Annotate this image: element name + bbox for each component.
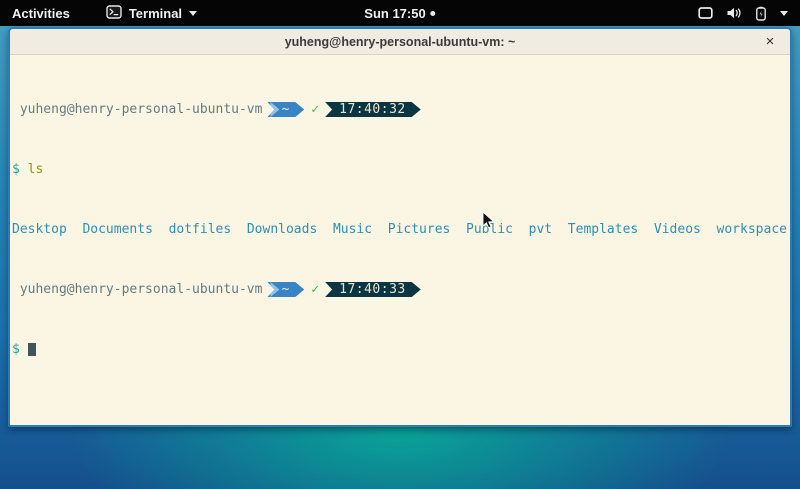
terminal-window: yuheng@henry-personal-ubuntu-vm: ~ × yuh… bbox=[8, 27, 792, 427]
prompt-time-segment: 17:40:33 bbox=[325, 282, 421, 297]
volume-icon bbox=[726, 6, 742, 20]
ls-entry: Desktop bbox=[12, 222, 67, 237]
ls-entry: Videos bbox=[654, 222, 701, 237]
check-icon: ✓ bbox=[311, 102, 319, 117]
command-text: ls bbox=[28, 162, 44, 177]
ls-entry: Pictures bbox=[388, 222, 451, 237]
ls-entry: Documents bbox=[82, 222, 152, 237]
command-line: $ ls bbox=[12, 162, 790, 177]
prompt-path-segment: ~ bbox=[267, 282, 304, 297]
close-button[interactable]: × bbox=[759, 29, 781, 54]
powerline-chevron-icon bbox=[270, 282, 279, 297]
activities-button[interactable]: Activities bbox=[0, 0, 82, 26]
notification-dot-icon bbox=[431, 11, 436, 16]
system-status-area[interactable] bbox=[698, 0, 800, 26]
app-menu-terminal[interactable]: Terminal bbox=[96, 0, 207, 26]
ls-entry: workspace bbox=[717, 222, 787, 237]
prompt-user: yuheng@henry-personal-ubuntu-vm bbox=[20, 282, 263, 297]
prompt-line: yuheng@henry-personal-ubuntu-vm ~ ✓ 17:40:3… bbox=[12, 282, 790, 297]
clock-label: Sun 17:50 bbox=[364, 6, 425, 21]
screen-icon bbox=[698, 6, 713, 20]
battery-charging-icon bbox=[755, 6, 767, 21]
prompt-line: yuheng@henry-personal-ubuntu-vm ~ ✓ 17:40:3… bbox=[12, 102, 790, 117]
terminal-cursor bbox=[28, 343, 36, 356]
window-titlebar[interactable]: yuheng@henry-personal-ubuntu-vm: ~ × bbox=[10, 29, 790, 55]
prompt-symbol: $ bbox=[12, 342, 20, 357]
ls-entry: dotfiles bbox=[169, 222, 232, 237]
top-bar: Activities Terminal Sun 17:50 bbox=[0, 0, 800, 26]
terminal-icon bbox=[106, 5, 122, 22]
prompt-symbol: $ bbox=[12, 162, 20, 177]
ls-output: Desktop Documents dotfiles Downloads Mus… bbox=[12, 222, 790, 237]
terminal-content[interactable]: yuheng@henry-personal-ubuntu-vm ~ ✓ 17:40:3… bbox=[10, 55, 790, 425]
ls-entry: Music bbox=[333, 222, 372, 237]
ls-entry: pvt bbox=[529, 222, 552, 237]
prompt-path-segment: ~ bbox=[267, 102, 304, 117]
check-icon: ✓ bbox=[311, 282, 319, 297]
ls-entry: Templates bbox=[568, 222, 638, 237]
prompt-time-segment: 17:40:32 bbox=[325, 102, 421, 117]
chevron-down-icon bbox=[189, 11, 197, 16]
clock-button[interactable]: Sun 17:50 bbox=[364, 0, 435, 26]
prompt-user: yuheng@henry-personal-ubuntu-vm bbox=[20, 102, 263, 117]
input-line: $ bbox=[12, 342, 790, 357]
chevron-down-icon bbox=[780, 11, 788, 16]
mouse-cursor bbox=[482, 211, 495, 235]
app-menu-label: Terminal bbox=[129, 6, 182, 21]
window-title: yuheng@henry-personal-ubuntu-vm: ~ bbox=[285, 35, 516, 49]
powerline-chevron-icon bbox=[270, 102, 279, 117]
ls-entry: Downloads bbox=[247, 222, 317, 237]
